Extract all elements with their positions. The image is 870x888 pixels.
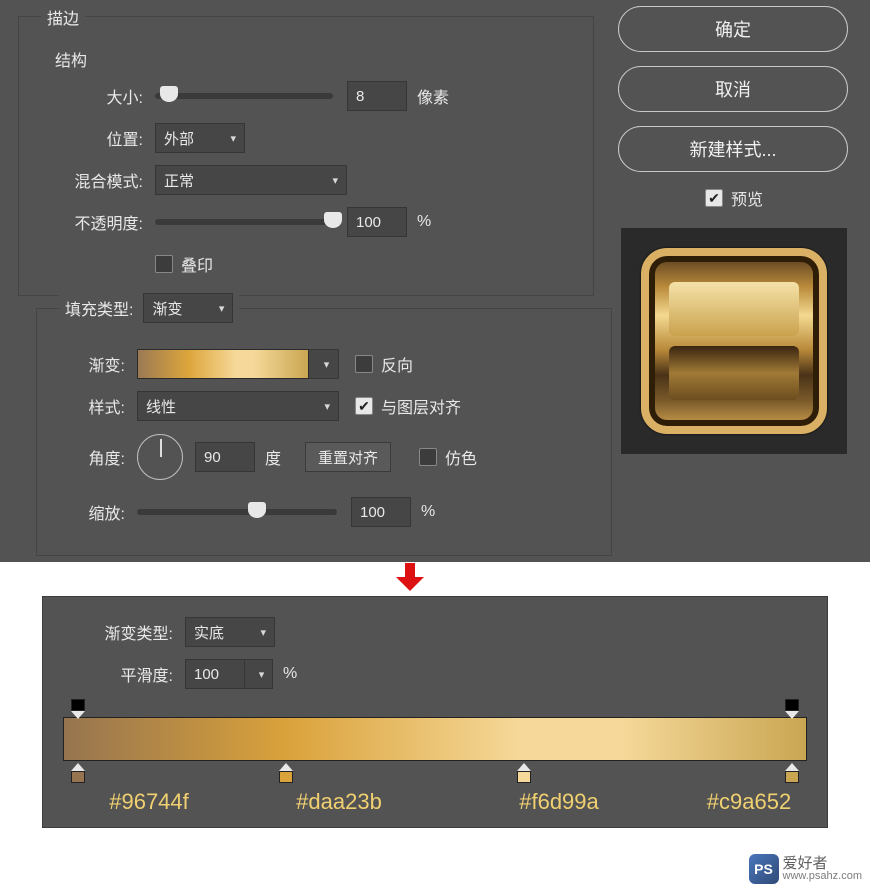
opacity-unit: % xyxy=(417,213,431,231)
reverse-checkbox[interactable] xyxy=(355,355,373,373)
color-stop-hex: #c9a652 xyxy=(707,789,791,815)
size-unit: 像素 xyxy=(417,84,449,108)
fill-type-select[interactable]: 渐变 ▾ xyxy=(143,293,233,323)
smooth-input[interactable]: 100 xyxy=(185,659,245,689)
stroke-settings: 描边 结构 大小: 8 像素 位置: 外部 ▾ xyxy=(18,2,594,558)
grad-type-select[interactable]: 实底 ▾ xyxy=(185,617,275,647)
scale-unit: % xyxy=(421,503,435,521)
angle-label: 角度: xyxy=(37,445,125,469)
watermark-url: www.psahz.com xyxy=(783,871,862,882)
opacity-stop[interactable] xyxy=(784,699,800,719)
align-checkbox[interactable]: ✔ xyxy=(355,397,373,415)
gradient-bar-wrap xyxy=(63,717,807,761)
size-slider-thumb[interactable] xyxy=(160,86,178,102)
grad-type-value: 实底 xyxy=(194,622,224,643)
chevron-down-icon: ▾ xyxy=(260,626,266,639)
dither-label: 仿色 xyxy=(445,445,477,469)
gradient-label: 渐变: xyxy=(37,352,125,376)
fill-fieldset: 填充类型: 渐变 ▾ 渐变: ▾ 反向 样式: xyxy=(36,308,612,556)
color-stop-hex: #96744f xyxy=(109,789,189,815)
scale-input[interactable]: 100 xyxy=(351,497,411,527)
blend-value: 正常 xyxy=(164,170,194,191)
preview-checkbox[interactable]: ✔ xyxy=(705,189,723,207)
layer-style-panel: 描边 结构 大小: 8 像素 位置: 外部 ▾ xyxy=(0,0,870,562)
opacity-label: 不透明度: xyxy=(37,210,143,234)
position-select[interactable]: 外部 ▾ xyxy=(155,123,245,153)
stroke-title: 描边 xyxy=(41,5,85,29)
color-stop-hex: #daa23b xyxy=(296,789,382,815)
gradient-swatch[interactable] xyxy=(137,349,309,379)
opacity-slider[interactable] xyxy=(155,219,333,225)
right-controls: 确定 取消 新建样式... ✔ 预览 xyxy=(618,6,850,454)
gradient-editor-panel: 渐变类型: 实底 ▾ 平滑度: 100 ▾ % #96744f #daa23b #f… xyxy=(42,596,828,828)
watermark: PS 爱好者 www.psahz.com xyxy=(749,854,862,884)
chevron-down-icon: ▾ xyxy=(324,400,330,413)
reverse-label: 反向 xyxy=(381,352,413,376)
scale-slider-thumb[interactable] xyxy=(248,502,266,518)
scale-label: 缩放: xyxy=(37,500,125,524)
opacity-slider-thumb[interactable] xyxy=(324,212,342,228)
align-label: 与图层对齐 xyxy=(381,394,461,418)
chevron-down-icon: ▾ xyxy=(230,132,236,145)
style-value: 线性 xyxy=(146,396,176,417)
smooth-label: 平滑度: xyxy=(43,662,173,686)
chevron-down-icon: ▾ xyxy=(219,302,225,315)
color-stop[interactable] xyxy=(278,763,294,783)
chevron-down-icon: ▾ xyxy=(259,668,265,681)
grad-type-label: 渐变类型: xyxy=(43,620,173,644)
color-stop[interactable] xyxy=(516,763,532,783)
watermark-logo: PS xyxy=(749,854,779,884)
stroke-fieldset: 描边 结构 大小: 8 像素 位置: 外部 ▾ xyxy=(18,16,594,296)
smooth-unit: % xyxy=(283,665,297,683)
angle-unit: 度 xyxy=(265,445,281,469)
watermark-cn: 爱好者 xyxy=(783,856,862,871)
structure-title: 结构 xyxy=(49,47,93,71)
color-stop[interactable] xyxy=(70,763,86,783)
scale-slider[interactable] xyxy=(137,509,337,515)
dither-checkbox[interactable] xyxy=(419,448,437,466)
chevron-down-icon: ▾ xyxy=(324,358,330,371)
new-style-button[interactable]: 新建样式... xyxy=(618,126,848,172)
preview-thumbnail xyxy=(621,228,847,454)
opacity-stop[interactable] xyxy=(70,699,86,719)
overprint-checkbox[interactable] xyxy=(155,255,173,273)
arrow-down-icon xyxy=(396,563,424,593)
position-value: 外部 xyxy=(164,128,194,149)
opacity-input[interactable]: 100 xyxy=(347,207,407,237)
style-label: 样式: xyxy=(37,394,125,418)
fill-type-label: 填充类型: xyxy=(65,296,133,320)
cancel-button[interactable]: 取消 xyxy=(618,66,848,112)
fill-type-value: 渐变 xyxy=(152,298,182,319)
blend-label: 混合模式: xyxy=(37,168,143,192)
color-stop[interactable] xyxy=(784,763,800,783)
blend-select[interactable]: 正常 ▾ xyxy=(155,165,347,195)
preview-label: 预览 xyxy=(731,186,763,210)
overprint-label: 叠印 xyxy=(181,252,213,276)
reset-align-button[interactable]: 重置对齐 xyxy=(305,442,391,472)
angle-input[interactable]: 90 xyxy=(195,442,255,472)
angle-dial[interactable] xyxy=(137,434,183,480)
position-label: 位置: xyxy=(37,126,143,150)
style-select[interactable]: 线性 ▾ xyxy=(137,391,339,421)
size-input[interactable]: 8 xyxy=(347,81,407,111)
gradient-bar[interactable] xyxy=(63,717,807,761)
gradient-picker-button[interactable]: ▾ xyxy=(309,349,339,379)
smooth-dropdown[interactable]: ▾ xyxy=(245,659,273,689)
size-label: 大小: xyxy=(37,84,143,108)
ok-button[interactable]: 确定 xyxy=(618,6,848,52)
chevron-down-icon: ▾ xyxy=(332,174,338,187)
preview-gold-icon xyxy=(641,248,827,434)
color-stop-hex: #f6d99a xyxy=(519,789,599,815)
size-slider[interactable] xyxy=(155,93,333,99)
